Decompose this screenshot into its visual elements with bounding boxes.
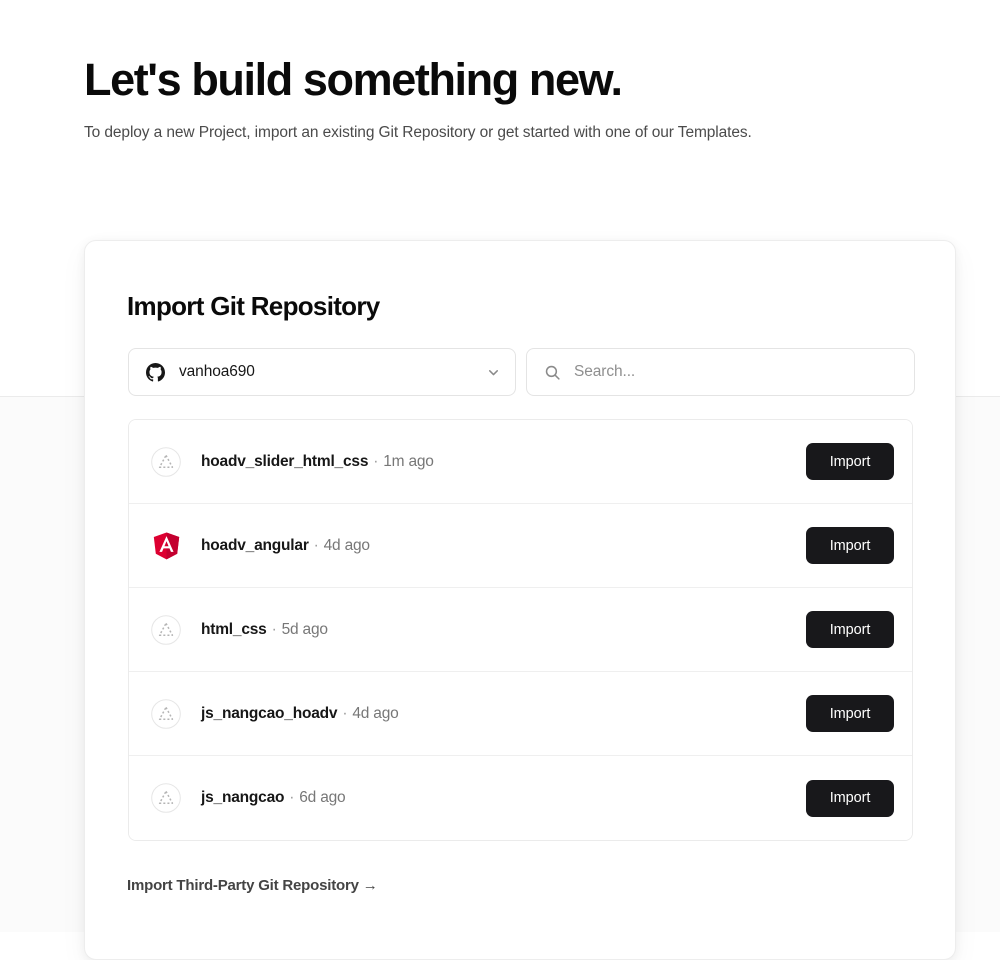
- import-button[interactable]: Import: [806, 443, 894, 480]
- table-row[interactable]: html_css · 5d ago Import: [129, 588, 912, 672]
- repository-separator: ·: [289, 789, 295, 806]
- angular-icon: [151, 531, 181, 561]
- import-button[interactable]: Import: [806, 527, 894, 564]
- page-title: Let's build something new.: [84, 54, 623, 105]
- repository-name: hoadv_slider_html_css: [201, 452, 369, 470]
- card-controls-row: vanhoa690: [128, 348, 915, 396]
- card-title: Import Git Repository: [127, 291, 380, 321]
- table-row[interactable]: hoadv_slider_html_css · 1m ago Import: [129, 420, 912, 504]
- placeholder-triangle-icon: [151, 614, 181, 645]
- page-subtitle: To deploy a new Project, import an exist…: [84, 124, 752, 141]
- repository-separator: ·: [313, 536, 319, 554]
- chevron-down-icon: [485, 364, 501, 380]
- git-account-value: vanhoa690: [179, 363, 255, 380]
- placeholder-triangle-icon: [151, 446, 181, 477]
- repository-timestamp: 4d ago: [352, 704, 399, 722]
- import-button[interactable]: Import: [806, 695, 894, 732]
- repository-timestamp: 5d ago: [281, 620, 328, 638]
- search-input[interactable]: [574, 363, 900, 381]
- github-icon: [145, 362, 165, 382]
- repository-meta: js_nangcao · 6d ago: [201, 789, 806, 807]
- repository-meta: js_nangcao_hoadv · 4d ago: [201, 705, 806, 723]
- repository-name: js_nangcao_hoadv: [201, 704, 338, 722]
- import-button[interactable]: Import: [806, 611, 894, 648]
- repository-meta: hoadv_angular · 4d ago: [201, 537, 806, 555]
- placeholder-triangle-icon: [151, 783, 181, 813]
- placeholder-triangle-icon: [151, 698, 181, 729]
- import-button[interactable]: Import: [806, 779, 894, 817]
- repository-list: hoadv_slider_html_css · 1m ago Import hoad…: [128, 419, 913, 841]
- table-row[interactable]: js_nangcao · 6d ago Import: [129, 756, 912, 840]
- repository-search-field[interactable]: [526, 348, 915, 396]
- repository-name: hoadv_angular: [201, 536, 309, 554]
- import-git-repository-card: Import Git Repository vanhoa690 Search..…: [84, 240, 956, 960]
- repository-timestamp: 6d ago: [299, 789, 346, 806]
- repository-timestamp: 1m ago: [383, 452, 434, 470]
- table-row[interactable]: hoadv_angular · 4d ago Import: [129, 504, 912, 588]
- repository-separator: ·: [342, 704, 348, 722]
- table-row[interactable]: js_nangcao_hoadv · 4d ago Import: [129, 672, 912, 756]
- repository-meta: hoadv_slider_html_css · 1m ago: [201, 453, 806, 471]
- search-icon: [543, 363, 561, 381]
- repository-name: js_nangcao: [201, 789, 285, 806]
- repository-meta: html_css · 5d ago: [201, 621, 806, 639]
- import-third-party-link[interactable]: Import Third-Party Git Repository →: [127, 877, 378, 894]
- repository-timestamp: 4d ago: [323, 536, 370, 554]
- repository-name: html_css: [201, 620, 267, 638]
- repository-separator: ·: [373, 452, 379, 470]
- hero-section: Let's build something new. To deploy a n…: [84, 52, 944, 144]
- git-account-select[interactable]: vanhoa690: [128, 348, 516, 396]
- repository-separator: ·: [271, 620, 277, 638]
